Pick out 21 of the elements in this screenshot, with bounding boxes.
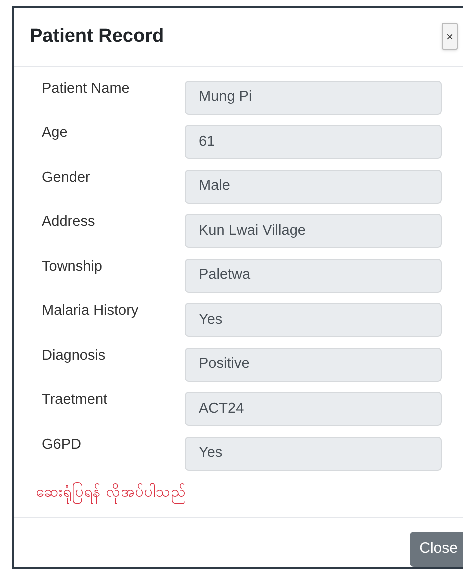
input-field[interactable]: Mung Pi: [185, 80, 442, 115]
input-field[interactable]: 61: [185, 125, 442, 160]
field-label: Diagnosis: [42, 346, 107, 366]
input-field[interactable]: Yes: [185, 303, 442, 338]
dialog-title: Patient Record: [30, 24, 164, 49]
field-label: G6PD: [42, 436, 82, 455]
field-label: Patient Name: [42, 80, 131, 99]
input-field[interactable]: ACT24: [185, 392, 442, 426]
input-field[interactable]: Kun Lwai Village: [185, 214, 442, 248]
input-field[interactable]: Positive: [185, 348, 442, 382]
input-field[interactable]: Male: [185, 170, 442, 204]
field-label: Township: [42, 258, 104, 277]
field-label: Gender: [42, 168, 92, 188]
field-label: Address: [42, 213, 96, 232]
field-label: Traetment: [42, 391, 109, 410]
input-field[interactable]: Yes: [185, 436, 442, 471]
input-field[interactable]: Paletwa: [185, 258, 442, 293]
close-icon[interactable]: ×: [442, 23, 458, 50]
field-label: Age: [42, 124, 69, 144]
close-button[interactable]: Close: [410, 532, 463, 567]
field-label: Malaria History: [42, 302, 140, 322]
